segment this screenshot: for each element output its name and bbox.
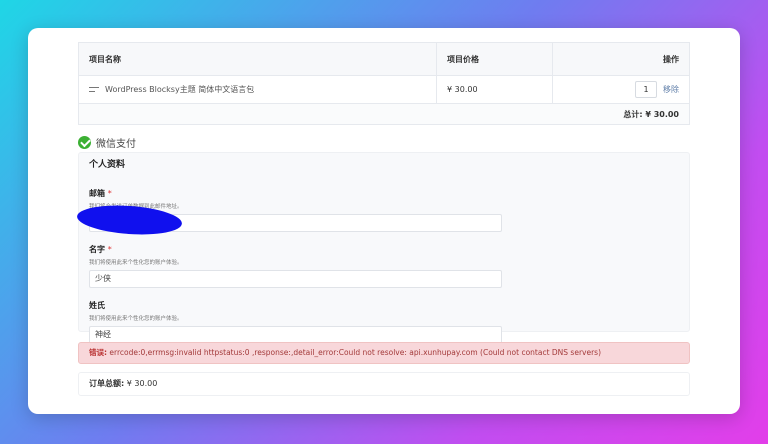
payment-method[interactable]: 微信支付	[78, 135, 690, 150]
profile-section: 个人资料 邮箱 * 我们将会发送订单数据到此邮件地址。 名字 * 我们将使用此来…	[76, 152, 690, 344]
wechat-pay-icon	[78, 136, 91, 149]
error-alert: 错误: errcode:0,errmsg:invalid httpstatus:…	[78, 342, 690, 364]
required-mark: *	[107, 245, 112, 254]
product-icon	[89, 86, 99, 94]
required-mark: *	[107, 189, 112, 198]
cart-total-row: 总计: ¥ 30.00	[78, 103, 690, 125]
first-name-field[interactable]: 少侠	[89, 270, 502, 288]
cart-table: 项目名称 项目价格 操作 WordPress Blocksy主题 简体中文语言包…	[78, 42, 690, 125]
col-header-price: 项目价格	[436, 42, 553, 76]
last-name-label: 姓氏	[89, 301, 105, 310]
quantity-input[interactable]	[635, 81, 657, 98]
email-label: 邮箱	[89, 189, 105, 198]
cart-total: 总计: ¥ 30.00	[78, 103, 690, 125]
remove-link[interactable]: 移除	[663, 84, 679, 95]
email-field-group: 邮箱 * 我们将会发送订单数据到此邮件地址。	[76, 188, 679, 238]
order-total-value: ¥ 30.00	[126, 379, 158, 388]
product-name: WordPress Blocksy主题 简体中文语言包	[105, 85, 255, 94]
payment-method-label: 微信支付	[96, 139, 136, 150]
first-name-label: 名字	[89, 245, 105, 254]
cart-header-row: 项目名称 项目价格 操作	[78, 42, 690, 76]
last-name-field-group: 姓氏 我们将使用此来个性化您的账户体验。 神经	[89, 300, 679, 344]
first-name-field-group: 名字 * 我们将使用此来个性化您的账户体验。 少侠	[89, 244, 679, 288]
product-price: ¥ 30.00	[436, 75, 553, 104]
email-help: 我们将会发送订单数据到此邮件地址。	[89, 202, 679, 210]
checkout-card: 项目名称 项目价格 操作 WordPress Blocksy主题 简体中文语言包…	[28, 28, 740, 414]
error-label: 错误:	[89, 348, 107, 357]
error-message: errcode:0,errmsg:invalid httpstatus:0 ,r…	[107, 348, 602, 357]
last-name-help: 我们将使用此来个性化您的账户体验。	[89, 316, 183, 322]
order-total-label: 订单总额:	[89, 379, 125, 388]
checkout-content: 项目名称 项目价格 操作 WordPress Blocksy主题 简体中文语言包…	[76, 42, 690, 396]
table-row: WordPress Blocksy主题 简体中文语言包 ¥ 30.00 移除	[78, 75, 690, 104]
col-header-name: 项目名称	[78, 42, 437, 76]
profile-title: 个人资料	[89, 160, 126, 170]
order-total-box: 订单总额: ¥ 30.00	[78, 372, 690, 396]
col-header-action: 操作	[552, 42, 690, 76]
first-name-help: 我们将使用此来个性化您的账户体验。	[89, 260, 183, 266]
